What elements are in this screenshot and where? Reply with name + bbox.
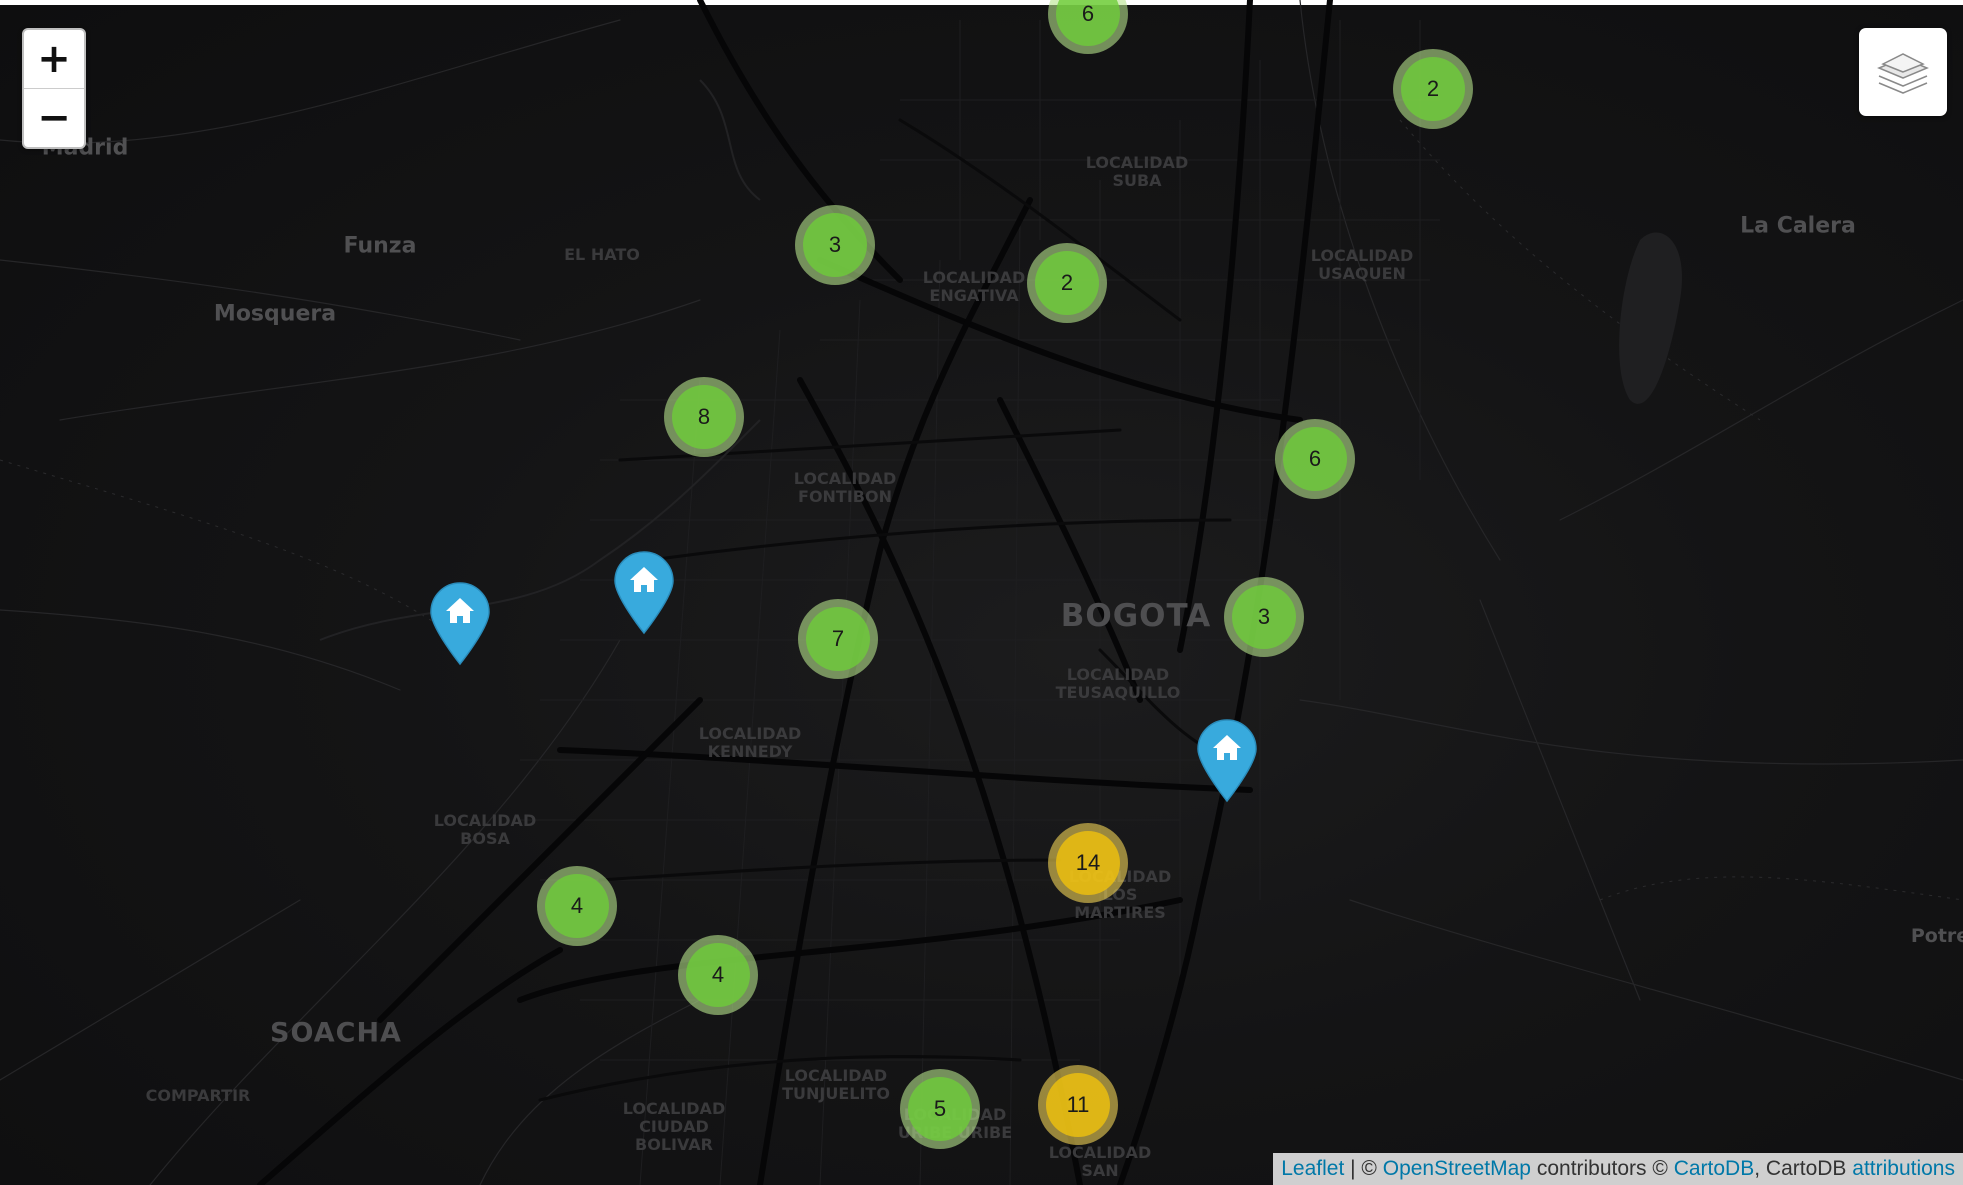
cartodb-link[interactable]: CartoDB <box>1674 1157 1755 1180</box>
map-canvas[interactable]: Madrid Funza Mosquera EL HATO La Calera … <box>0 0 1963 1185</box>
cluster-marker[interactable]: 11 <box>1038 1065 1118 1145</box>
cluster-marker[interactable]: 4 <box>537 866 617 946</box>
cluster-marker[interactable]: 7 <box>798 599 878 679</box>
cluster-count: 3 <box>1232 585 1296 649</box>
attribution-separator: | © <box>1344 1157 1383 1180</box>
cluster-marker[interactable]: 2 <box>1393 49 1473 129</box>
cluster-count: 14 <box>1056 831 1120 895</box>
attribution-contributors-text: contributors © <box>1531 1157 1674 1180</box>
attribution-bar: Leaflet | © OpenStreetMap contributors ©… <box>1273 1153 1963 1185</box>
attribution-cartodb-text: , CartoDB <box>1754 1157 1853 1180</box>
cluster-marker[interactable]: 14 <box>1048 823 1128 903</box>
cluster-count: 2 <box>1035 251 1099 315</box>
layers-icon <box>1877 53 1929 94</box>
home-icon <box>430 582 490 666</box>
cluster-count: 6 <box>1283 427 1347 491</box>
cluster-marker[interactable]: 3 <box>795 205 875 285</box>
road-network <box>0 0 1963 1185</box>
leaflet-link[interactable]: Leaflet <box>1281 1157 1344 1180</box>
attributions-link[interactable]: attributions <box>1852 1157 1955 1180</box>
cluster-count: 4 <box>545 874 609 938</box>
layers-control-button[interactable] <box>1859 28 1947 116</box>
cluster-count: 4 <box>686 943 750 1007</box>
cluster-count: 2 <box>1401 57 1465 121</box>
cluster-marker[interactable]: 8 <box>664 377 744 457</box>
cluster-marker[interactable]: 2 <box>1027 243 1107 323</box>
zoom-in-button[interactable]: + <box>24 30 84 88</box>
zoom-control: + − <box>22 28 86 149</box>
cluster-count: 7 <box>806 607 870 671</box>
zoom-out-button[interactable]: − <box>24 88 84 147</box>
cluster-marker[interactable]: 5 <box>900 1069 980 1149</box>
cluster-marker[interactable]: 3 <box>1224 577 1304 657</box>
home-icon <box>1197 719 1257 803</box>
openstreetmap-link[interactable]: OpenStreetMap <box>1383 1157 1531 1180</box>
home-icon <box>614 551 674 635</box>
home-marker[interactable] <box>429 582 491 666</box>
cluster-count: 5 <box>908 1077 972 1141</box>
cluster-marker[interactable]: 6 <box>1275 419 1355 499</box>
cluster-count: 8 <box>672 385 736 449</box>
home-marker[interactable] <box>613 551 675 635</box>
home-marker[interactable] <box>1196 719 1258 803</box>
cluster-count: 3 <box>803 213 867 277</box>
cluster-marker[interactable]: 4 <box>678 935 758 1015</box>
cluster-count: 6 <box>1056 0 1120 46</box>
cluster-count: 11 <box>1046 1073 1110 1137</box>
